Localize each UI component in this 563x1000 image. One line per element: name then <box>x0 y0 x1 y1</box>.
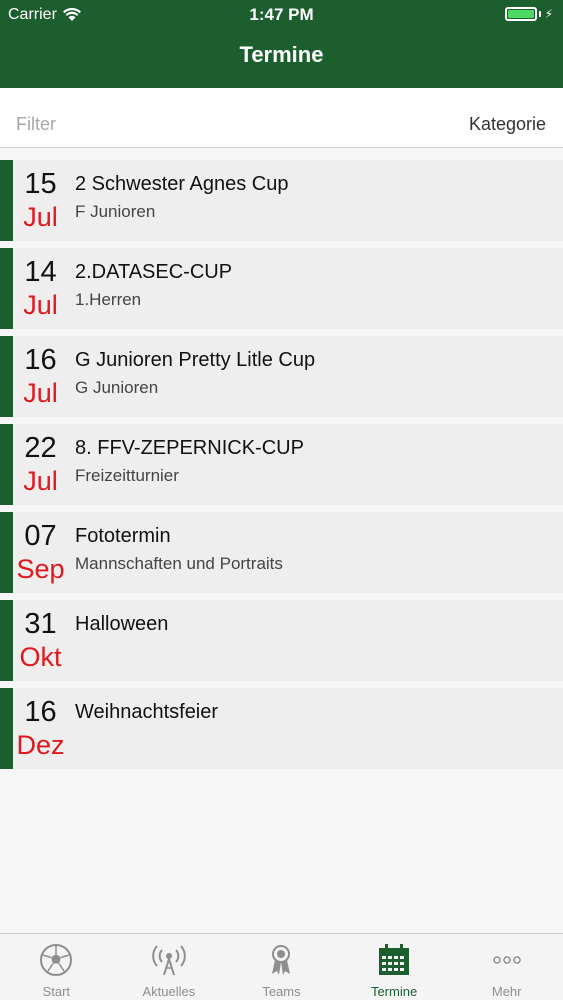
list-item[interactable]: 15 Jul 2 Schwester Agnes Cup F Junioren <box>0 160 563 241</box>
filter-input[interactable] <box>16 112 316 136</box>
event-subtitle: Mannschaften und Portraits <box>75 554 283 573</box>
tab-label: Teams <box>262 984 301 999</box>
tab-start[interactable]: Start <box>0 934 113 1000</box>
filter-bar: Kategorie <box>0 88 563 148</box>
event-title: 8. FFV-ZEPERNICK-CUP <box>75 437 304 459</box>
event-title: G Junioren Pretty Litle Cup <box>75 349 316 371</box>
status-time: 1:47 PM <box>249 5 314 24</box>
tab-label: Start <box>42 984 71 999</box>
event-day: 16 <box>24 344 57 376</box>
event-month: Jul <box>23 290 58 320</box>
more-dots-icon <box>492 956 521 964</box>
event-title: 2 Schwester Agnes Cup <box>75 173 289 195</box>
tab-mehr[interactable]: Mehr <box>450 934 563 1000</box>
event-accent-bar <box>0 688 13 769</box>
event-month: Okt <box>19 642 62 672</box>
event-subtitle: Freizeitturnier <box>75 466 179 485</box>
event-day: 15 <box>24 168 57 200</box>
event-day: 22 <box>24 432 57 464</box>
tab-label: Aktuelles <box>142 984 196 999</box>
event-subtitle: F Junioren <box>75 202 156 221</box>
event-day: 07 <box>24 520 57 552</box>
event-day: 16 <box>24 696 57 728</box>
category-button[interactable]: Kategorie <box>469 114 546 135</box>
event-title: 2.DATASEC-CUP <box>75 261 233 283</box>
battery-icon <box>504 7 537 21</box>
event-title: Weihnachtsfeier <box>75 701 219 723</box>
list-item[interactable]: 16 Jul G Junioren Pretty Litle Cup G Jun… <box>0 336 563 417</box>
list-item[interactable]: 14 Jul 2.DATASEC-CUP 1.Herren <box>0 248 563 329</box>
antenna-icon <box>152 945 186 976</box>
tab-termine[interactable]: Termine <box>338 934 451 1000</box>
event-month: Jul <box>23 202 58 232</box>
list-item[interactable]: 07 Sep Fototermin Mannschaften und Portr… <box>0 512 563 593</box>
status-bar: Carrier 1:47 PM ⚡ <box>0 0 563 30</box>
event-month: Dez <box>16 730 65 760</box>
page-title: Termine <box>239 42 324 67</box>
charging-bolt-icon: ⚡ <box>544 7 553 21</box>
event-month: Jul <box>23 466 58 496</box>
event-day: 14 <box>24 256 57 288</box>
event-accent-bar <box>0 336 13 417</box>
soccer-ball-icon <box>40 944 73 976</box>
tab-bar: Start Aktuelles Teams Termine Mehr <box>0 933 563 1000</box>
battery-indicator: ⚡ <box>504 7 553 21</box>
event-accent-bar <box>0 424 13 505</box>
list-item[interactable]: 16 Dez Weihnachtsfeier <box>0 688 563 769</box>
tab-label: Termine <box>370 984 418 999</box>
event-subtitle: G Junioren <box>75 378 159 397</box>
tab-label: Mehr <box>491 984 522 999</box>
event-subtitle: 1.Herren <box>75 290 142 309</box>
event-accent-bar <box>0 600 13 681</box>
tab-aktuelles[interactable]: Aktuelles <box>113 934 226 1000</box>
list-item[interactable]: 31 Okt Halloween <box>0 600 563 681</box>
list-item[interactable]: 22 Jul 8. FFV-ZEPERNICK-CUP Freizeitturn… <box>0 424 563 505</box>
event-accent-bar <box>0 248 13 329</box>
event-month: Jul <box>23 378 58 408</box>
event-month: Sep <box>16 554 65 584</box>
event-accent-bar <box>0 160 13 241</box>
app-header: Carrier 1:47 PM ⚡ Termine <box>0 0 563 88</box>
event-list: 15 Jul 2 Schwester Agnes Cup F Junioren … <box>0 160 563 776</box>
event-title: Fototermin <box>75 525 171 547</box>
tab-teams[interactable]: Teams <box>225 934 338 1000</box>
event-accent-bar <box>0 512 13 593</box>
event-day: 31 <box>24 608 57 640</box>
event-title: Halloween <box>75 613 169 635</box>
award-ribbon-icon <box>272 945 291 975</box>
calendar-icon <box>379 944 410 975</box>
